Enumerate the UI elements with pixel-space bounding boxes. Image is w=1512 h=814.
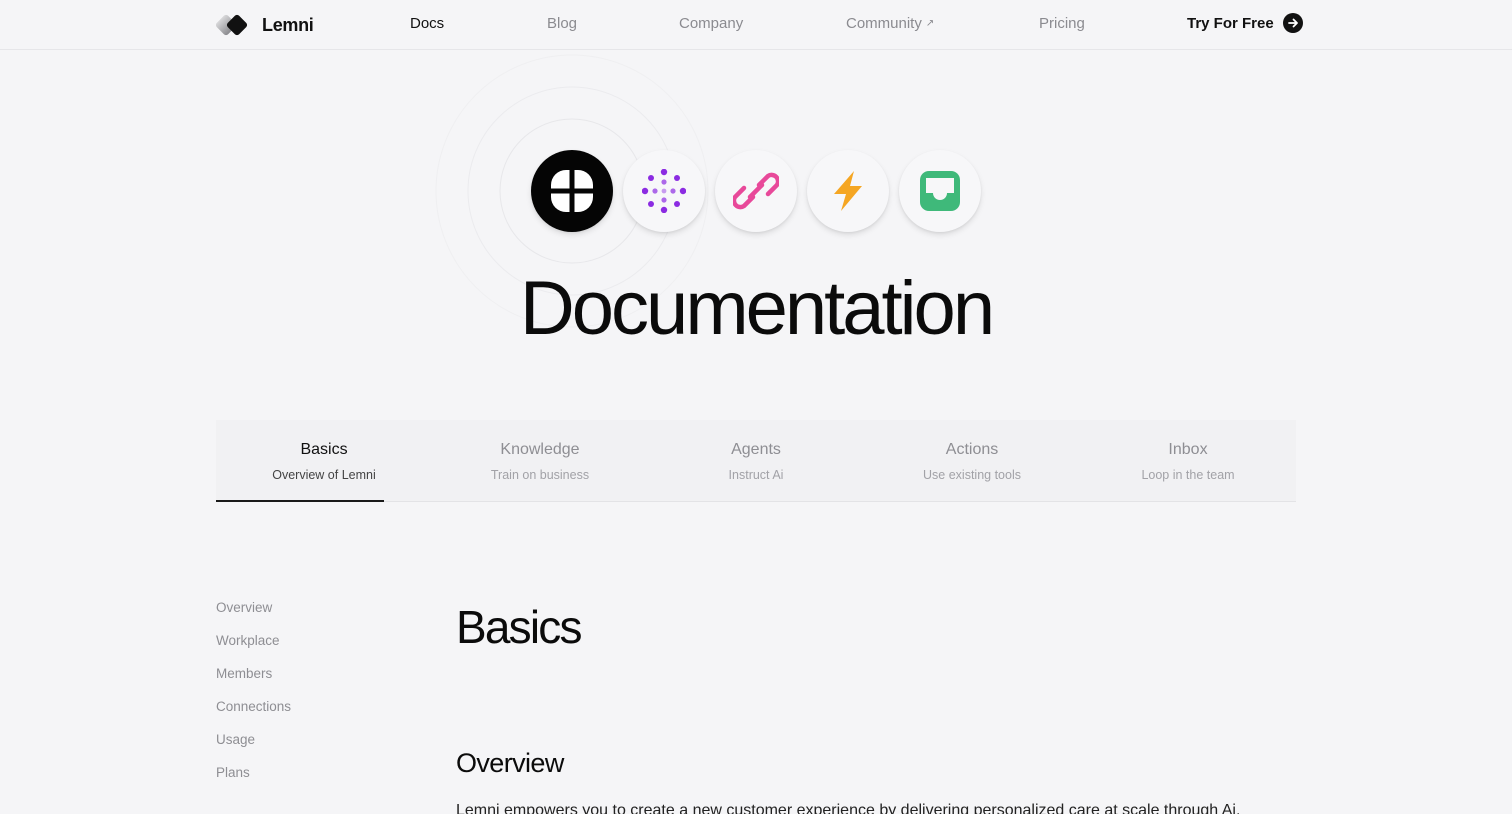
sidebar-item-overview[interactable]: Overview: [216, 598, 291, 631]
page-title: Documentation: [519, 266, 995, 351]
brand-home-link[interactable]: Lemni: [216, 12, 314, 38]
top-nav: Lemni Docs Blog Company Community ↗ Prici…: [0, 0, 1512, 50]
category-tabs: Basics Overview of Lemni Knowledge Train…: [216, 420, 1296, 502]
try-for-free-label: Try For Free: [1187, 14, 1274, 32]
tab-title: Actions: [945, 441, 999, 458]
brand-name: Lemni: [262, 14, 314, 35]
link-icon: [715, 150, 797, 232]
tab-subtitle: Loop in the team: [1141, 468, 1235, 482]
sidebar-item-workplace[interactable]: Workplace: [216, 631, 291, 664]
inbox-icon: [899, 150, 981, 232]
tab-basics[interactable]: Basics Overview of Lemni: [216, 420, 432, 502]
tab-agents[interactable]: Agents Instruct Ai: [648, 420, 864, 501]
tab-knowledge[interactable]: Knowledge Train on business: [432, 420, 648, 501]
tab-title: Basics: [300, 441, 348, 458]
lemni-logo-icon: [216, 14, 248, 36]
tab-subtitle: Instruct Ai: [728, 468, 784, 482]
tab-actions[interactable]: Actions Use existing tools: [864, 420, 1080, 501]
arrow-right-icon: [1282, 13, 1303, 33]
nav-link-community-label: Community: [846, 15, 922, 32]
tab-title: Agents: [731, 441, 781, 458]
nav-link-blog[interactable]: Blog: [547, 15, 577, 32]
sidebar-item-connections[interactable]: Connections: [216, 697, 291, 730]
sidebar-item-plans[interactable]: Plans: [216, 763, 291, 796]
sidebar-item-usage[interactable]: Usage: [216, 730, 291, 763]
try-for-free-button[interactable]: Try For Free: [1187, 13, 1303, 33]
nav-link-company[interactable]: Company: [679, 15, 743, 32]
external-link-icon: ↗: [925, 18, 935, 29]
tab-title: Knowledge: [500, 441, 580, 458]
grid-icon: [531, 150, 613, 232]
tab-title: Inbox: [1168, 441, 1208, 458]
section-title: Basics: [456, 601, 582, 653]
tab-subtitle: Overview of Lemni: [272, 468, 376, 482]
nav-link-docs[interactable]: Docs: [410, 15, 444, 32]
tab-subtitle: Train on business: [490, 468, 590, 482]
tab-subtitle: Use existing tools: [923, 468, 1021, 482]
overview-paragraph: Lemni empowers you to create a new custo…: [456, 802, 1241, 814]
section-sidebar: Overview Workplace Members Connections U…: [216, 598, 291, 796]
dots-icon: [623, 150, 705, 232]
bolt-icon: [807, 150, 889, 232]
docs-page: Lemni Docs Blog Company Community ↗ Prici…: [0, 0, 1512, 814]
nav-link-community[interactable]: Community ↗: [846, 15, 934, 32]
nav-link-pricing[interactable]: Pricing: [1039, 15, 1085, 32]
tab-inbox[interactable]: Inbox Loop in the team: [1080, 420, 1296, 501]
overview-heading: Overview: [456, 748, 564, 778]
sidebar-item-members[interactable]: Members: [216, 664, 291, 697]
